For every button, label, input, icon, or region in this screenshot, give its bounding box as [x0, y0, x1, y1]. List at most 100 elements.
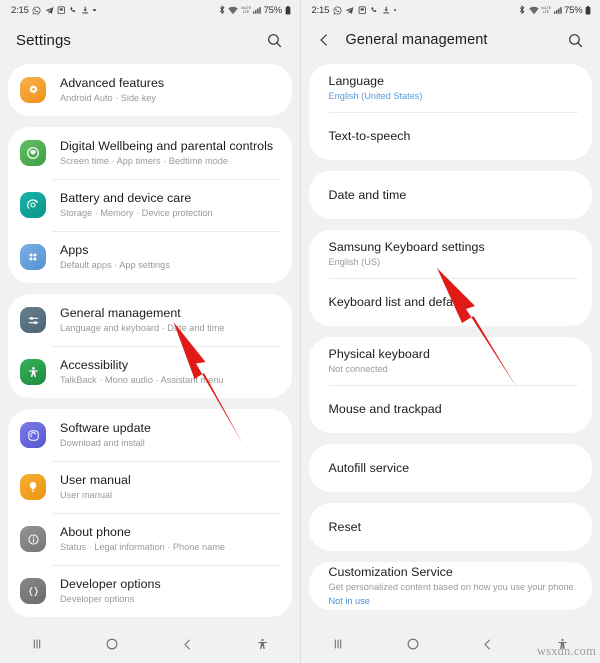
left-nav-bar: [0, 625, 300, 663]
dot-icon: [393, 8, 397, 12]
left-app-bar: Settings: [0, 20, 300, 60]
settings-group: Software update Download and install Use…: [8, 409, 292, 617]
signal-icon: [253, 6, 261, 15]
watermark: wsxdn.com: [536, 644, 596, 658]
status-bar-left-group: 2:15: [11, 5, 96, 16]
list-item-subtitle: Not connected: [328, 363, 388, 374]
list-item-title: Date and time: [328, 187, 407, 202]
list-item-keyboard-list-and-default[interactable]: Keyboard list and default: [309, 278, 593, 326]
list-item-software-update[interactable]: Software update Download and install: [8, 409, 292, 461]
left-phone-screen: 2:15 VoLTE LTE 75% Settings Advanced fea…: [0, 0, 300, 663]
list-item-customization-service[interactable]: Customization Service Get personalized c…: [309, 562, 593, 610]
list-item-text: Apps Default apps · App settings: [60, 243, 170, 272]
settings-group: Customization Service Get personalized c…: [308, 562, 593, 610]
list-item-user-manual[interactable]: User manual User manual: [8, 461, 292, 513]
settings-group: Advanced features Android Auto · Side ke…: [8, 64, 292, 116]
list-item-physical-keyboard[interactable]: Physical keyboard Not connected: [309, 337, 593, 385]
list-item-subtitle: English (United States): [328, 90, 423, 101]
list-item-title: Advanced features: [60, 75, 165, 90]
list-item-text: Advanced features Android Auto · Side ke…: [60, 76, 164, 105]
list-item-text: User manual User manual: [60, 473, 131, 502]
list-item-text: Software update Download and install: [60, 421, 151, 450]
list-item-status: Not in use: [328, 595, 370, 606]
about-phone-icon: [20, 526, 46, 552]
list-item-autofill-service[interactable]: Autofill service: [309, 444, 593, 492]
list-item-title: User manual: [60, 472, 131, 487]
list-item-developer-options[interactable]: Developer options Developer options: [8, 565, 292, 617]
status-time: 2:15: [11, 4, 29, 16]
recents-button[interactable]: [316, 630, 360, 658]
bluetooth-icon: [218, 5, 226, 15]
list-item-title: Autofill service: [328, 460, 410, 475]
list-item-text-to-speech[interactable]: Text-to-speech: [309, 112, 593, 160]
advanced-features-icon: [20, 77, 46, 103]
left-settings-list[interactable]: Advanced features Android Auto · Side ke…: [0, 60, 300, 625]
lte-icon: VoLTE LTE: [541, 5, 551, 15]
back-button[interactable]: [165, 630, 209, 658]
phone-call-icon: [370, 6, 379, 15]
list-item-title: Physical keyboard: [328, 346, 430, 361]
home-button[interactable]: [90, 630, 134, 658]
list-item-text: Date and time: [329, 188, 407, 203]
list-item-general-management[interactable]: General management Language and keyboard…: [8, 294, 292, 346]
list-item-title: Language: [328, 73, 385, 88]
list-item-title: Battery and device care: [60, 190, 192, 205]
list-item-text: Reset: [329, 520, 362, 535]
list-item-accessibility[interactable]: Accessibility TalkBack · Mono audio · As…: [8, 346, 292, 398]
list-item-advanced-features[interactable]: Advanced features Android Auto · Side ke…: [8, 64, 292, 116]
list-item-text: Developer options Developer options: [60, 577, 161, 606]
download-icon: [382, 6, 391, 15]
list-item-title: Keyboard list and default: [328, 294, 467, 309]
list-item-subtitle: Default apps · App settings: [60, 259, 170, 270]
status-bar-right-group: VoLTE LTE 75%: [218, 5, 291, 16]
home-button[interactable]: [391, 630, 435, 658]
settings-group: General management Language and keyboard…: [8, 294, 292, 398]
list-item-subtitle: Screen time · App timers · Bedtime mode: [60, 155, 228, 166]
list-item-title: Text-to-speech: [328, 128, 411, 143]
search-icon[interactable]: [564, 29, 586, 51]
right-settings-list[interactable]: Language English (United States) Text-to…: [301, 60, 600, 625]
list-item-mouse-and-trackpad[interactable]: Mouse and trackpad: [309, 385, 593, 433]
list-item-subtitle: Android Auto · Side key: [60, 92, 157, 103]
list-item-title: Customization Service: [328, 564, 453, 579]
list-item-text: Autofill service: [329, 461, 410, 476]
recents-button[interactable]: [15, 630, 59, 658]
telegram-icon: [345, 6, 354, 15]
whatsapp-icon: [333, 6, 342, 15]
settings-group: Samsung Keyboard settings English (US) K…: [308, 230, 593, 326]
download-icon: [81, 6, 90, 15]
list-item-title: Accessibility: [60, 357, 129, 372]
list-item-digital-wellbeing[interactable]: Digital Wellbeing and parental controls …: [8, 127, 292, 179]
phone-call-icon: [69, 6, 78, 15]
settings-group: Digital Wellbeing and parental controls …: [8, 127, 292, 283]
list-item-apps[interactable]: Apps Default apps · App settings: [8, 231, 292, 283]
list-item-reset[interactable]: Reset: [309, 503, 593, 551]
list-item-subtitle: Get personalized content based on how yo…: [328, 581, 577, 592]
list-item-about-phone[interactable]: About phone Status · Legal information ·…: [8, 513, 292, 565]
list-item-battery-device-care[interactable]: Battery and device care Storage · Memory…: [8, 179, 292, 231]
battery-percent: 75%: [564, 4, 583, 16]
signal-icon: [553, 6, 562, 15]
settings-group: Language English (United States) Text-to…: [308, 64, 593, 160]
list-item-title: Developer options: [60, 576, 161, 591]
list-item-text: Text-to-speech: [329, 129, 411, 144]
back-chevron-icon[interactable]: [313, 29, 335, 51]
back-button[interactable]: [466, 630, 510, 658]
svg-text:LTE: LTE: [543, 10, 550, 14]
software-update-icon: [20, 422, 46, 448]
app-icon: [57, 6, 66, 15]
page-title: Settings: [16, 31, 71, 49]
list-item-title: Digital Wellbeing and parental controls: [60, 138, 274, 153]
battery-device-care-icon: [20, 192, 46, 218]
list-item-date-and-time[interactable]: Date and time: [309, 171, 593, 219]
list-item-samsung-keyboard-settings[interactable]: Samsung Keyboard settings English (US): [309, 230, 593, 278]
accessibility-button[interactable]: [240, 630, 284, 658]
list-item-title: Mouse and trackpad: [328, 401, 442, 416]
battery-icon: [285, 5, 291, 15]
list-item-title: Software update: [60, 420, 151, 435]
developer-options-icon: [20, 578, 46, 604]
list-item-language[interactable]: Language English (United States): [309, 64, 593, 112]
search-icon[interactable]: [264, 29, 286, 51]
apps-icon: [20, 244, 46, 270]
accessibility-icon: [20, 359, 46, 385]
